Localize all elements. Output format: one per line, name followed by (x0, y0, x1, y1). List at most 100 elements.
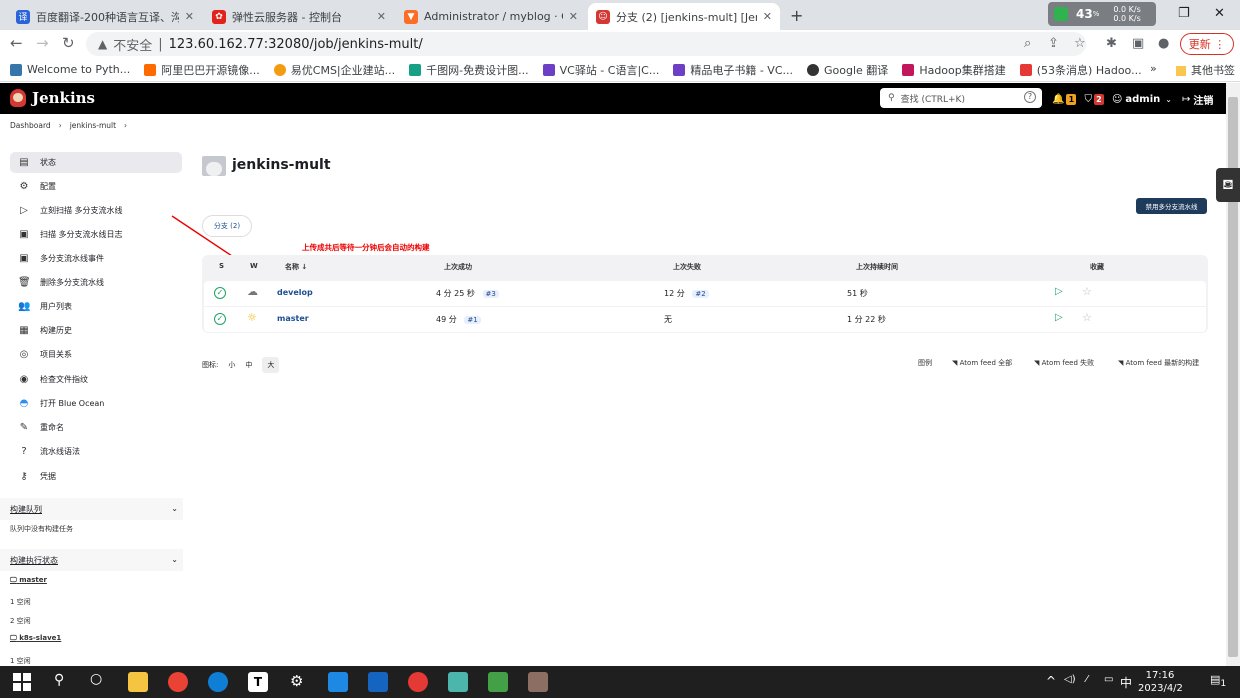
windows-start-icon[interactable] (12, 672, 32, 692)
star-icon[interactable]: ☆ (1082, 311, 1092, 324)
executors-header[interactable]: 构建执行状态 ⌄ (10, 555, 182, 566)
bookmark-item[interactable]: Welcome to Pyth... (10, 63, 130, 76)
sidebar-item-rename[interactable]: ✎ 重命名 (10, 417, 182, 438)
play-icon[interactable]: ▷ (1055, 286, 1063, 297)
browser-tab-huawei[interactable]: ✿ 弹性云服务器 - 控制台 ✕ (204, 3, 394, 30)
new-tab-button[interactable]: + (790, 6, 803, 25)
bookmark-item[interactable]: VC驿站 - C语言|C... (542, 62, 659, 78)
bookmark-star-icon[interactable]: ☆ (1074, 36, 1086, 51)
edge-icon[interactable] (208, 672, 228, 692)
jenkins-logo[interactable]: Jenkins (10, 89, 95, 107)
icon-size-medium[interactable]: 中 (245, 360, 252, 370)
executor-node-k8s-slave1[interactable]: 🖵 k8s-slave1 (10, 634, 61, 643)
legend-link[interactable]: 图例 (918, 358, 932, 368)
bookmark-item[interactable]: 千图网-免费设计图... (409, 62, 529, 78)
sidepanel-icon[interactable]: ▣ (1132, 36, 1144, 51)
disable-multibranch-button[interactable]: 禁用多分支流水线 (1136, 198, 1207, 214)
icon-size-large[interactable]: 大 (262, 357, 280, 373)
search-icon[interactable]: ⚲ (54, 672, 64, 688)
col-weather[interactable]: W (250, 262, 258, 270)
feed-failed-link[interactable]: ◥ Atom feed 失败 (1034, 358, 1094, 368)
sidebar-item-scan-log[interactable]: ▣ 扫描 多分支流水线日志 (10, 224, 182, 245)
build-queue-header[interactable]: 构建队列 ⌄ (10, 504, 182, 515)
reload-button[interactable]: ↻ (62, 34, 75, 52)
chevron-down-icon[interactable]: ⌄ (1165, 95, 1172, 104)
col-last-success[interactable]: 上次成功 (444, 262, 472, 272)
executor-node-master[interactable]: 🖵 master (10, 576, 47, 585)
app-icon[interactable] (488, 672, 508, 692)
sidebar-item-build-history[interactable]: ▦ 构建历史 (10, 320, 182, 341)
extensions-icon[interactable]: ✱ (1106, 36, 1117, 51)
browser-tab-jenkins[interactable]: ☺ 分支 (2) [jenkins-mult] [Jenkins ✕ (588, 3, 780, 30)
sidebar-item-events[interactable]: ▣ 多分支流水线事件 (10, 248, 182, 269)
forward-button[interactable]: → (36, 34, 49, 52)
share-icon[interactable]: ⇪ (1048, 36, 1059, 51)
search-input[interactable]: ⚲ 查找 (CTRL+K) ? (880, 88, 1042, 108)
build-number-link[interactable]: #2 (692, 290, 709, 298)
chevron-up-icon[interactable]: ^ (1046, 674, 1056, 688)
chrome-icon[interactable] (168, 672, 188, 692)
update-button[interactable]: 更新 ⋮ (1180, 33, 1234, 55)
app-icon[interactable] (408, 672, 428, 692)
settings-gear-icon[interactable]: ⚙ (290, 672, 303, 690)
browser-tab-baidu[interactable]: 译 百度翻译-200种语言互译、沟通 ✕ (8, 3, 202, 30)
keyboard-icon[interactable]: ▭ (1104, 674, 1113, 685)
bookmark-item[interactable]: Google 翻译 (807, 62, 888, 78)
profile-icon[interactable]: ● (1158, 36, 1169, 51)
col-last-failure[interactable]: 上次失败 (673, 262, 701, 272)
task-view-icon[interactable]: ○ (90, 671, 102, 687)
col-fav[interactable]: 收藏 (1090, 262, 1104, 272)
zoom-icon[interactable]: ⌕ (1024, 36, 1031, 51)
user-menu[interactable]: admin (1125, 94, 1160, 105)
chevron-down-icon[interactable]: ⌄ (171, 504, 178, 515)
sidebar-item-status[interactable]: ▤ 状态 (10, 152, 182, 173)
sidebar-item-relations[interactable]: ◎ 项目关系 (10, 344, 182, 365)
col-status[interactable]: S (219, 262, 224, 270)
sidebar-item-blue-ocean[interactable]: ◓ 打开 Blue Ocean (10, 393, 182, 414)
help-icon[interactable]: ? (1024, 91, 1036, 103)
browser-tab-gitlab[interactable]: ▼ Administrator / myblog · GitLa ✕ (396, 3, 586, 30)
bookmark-item[interactable]: Hadoop集群搭建 (902, 62, 1006, 78)
back-button[interactable]: ← (10, 34, 23, 52)
notification-badge[interactable]: 1 (1066, 94, 1077, 105)
other-bookmarks[interactable]: 其他书签 (1176, 62, 1235, 78)
star-icon[interactable]: ☆ (1082, 285, 1092, 298)
chevron-right-icon[interactable]: › (124, 121, 127, 130)
sidebar-item-scan-now[interactable]: ▷ 立刻扫描 多分支流水线 (10, 200, 182, 221)
file-explorer-icon[interactable] (128, 672, 148, 692)
volume-icon[interactable]: ◁) (1064, 674, 1076, 685)
bookmark-item[interactable]: 精品电子书籍 - VC... (673, 62, 793, 78)
close-icon[interactable]: ✕ (569, 10, 578, 23)
sidebar-item-pipeline-syntax[interactable]: ? 流水线语法 (10, 441, 182, 462)
breadcrumb-dashboard[interactable]: Dashboard (10, 121, 51, 130)
col-name[interactable]: 名称 ↓ (285, 262, 307, 272)
sidebar-item-credentials[interactable]: ⚷ 凭据 (10, 466, 182, 487)
close-icon[interactable]: ✕ (377, 10, 386, 23)
app-icon[interactable] (528, 672, 548, 692)
col-last-duration[interactable]: 上次持续时间 (856, 262, 898, 272)
clock[interactable]: 17:16 2023/4/2 (1138, 669, 1183, 695)
sidebar-item-fingerprint[interactable]: ◉ 检查文件指纹 (10, 369, 182, 390)
build-number-link[interactable]: #3 (482, 290, 499, 298)
breadcrumb-job[interactable]: jenkins-mult (70, 121, 116, 130)
bookmark-item[interactable]: 阿里巴巴开源镜像... (144, 62, 260, 78)
close-icon[interactable]: ✕ (185, 10, 194, 23)
feed-latest-link[interactable]: ◥ Atom feed 最新的构建 (1118, 358, 1199, 368)
bell-icon[interactable]: 🔔 (1052, 94, 1064, 105)
app-icon[interactable] (368, 672, 388, 692)
branch-link-develop[interactable]: develop (277, 288, 313, 297)
branch-link-master[interactable]: master (277, 314, 309, 323)
icon-size-small[interactable]: 小 (228, 360, 235, 370)
typora-icon[interactable]: T (248, 672, 268, 692)
maximize-button[interactable]: ❐ (1178, 6, 1190, 21)
feed-all-link[interactable]: ◥ Atom feed 全部 (952, 358, 1012, 368)
security-badge[interactable]: 2 (1093, 94, 1104, 105)
notification-center-icon[interactable]: ▤1 (1210, 673, 1226, 689)
app-icon[interactable] (448, 672, 468, 692)
sidebar-item-configure[interactable]: ⚙ 配置 (10, 176, 182, 197)
chevron-down-icon[interactable]: ⌄ (171, 555, 178, 566)
build-number-link[interactable]: #1 (464, 316, 481, 324)
ime-indicator[interactable]: 中 (1120, 674, 1132, 691)
mug-icon[interactable]: ⛾ (1216, 168, 1240, 202)
bookmark-item[interactable]: (53条消息) Hadoo... (1019, 62, 1142, 78)
